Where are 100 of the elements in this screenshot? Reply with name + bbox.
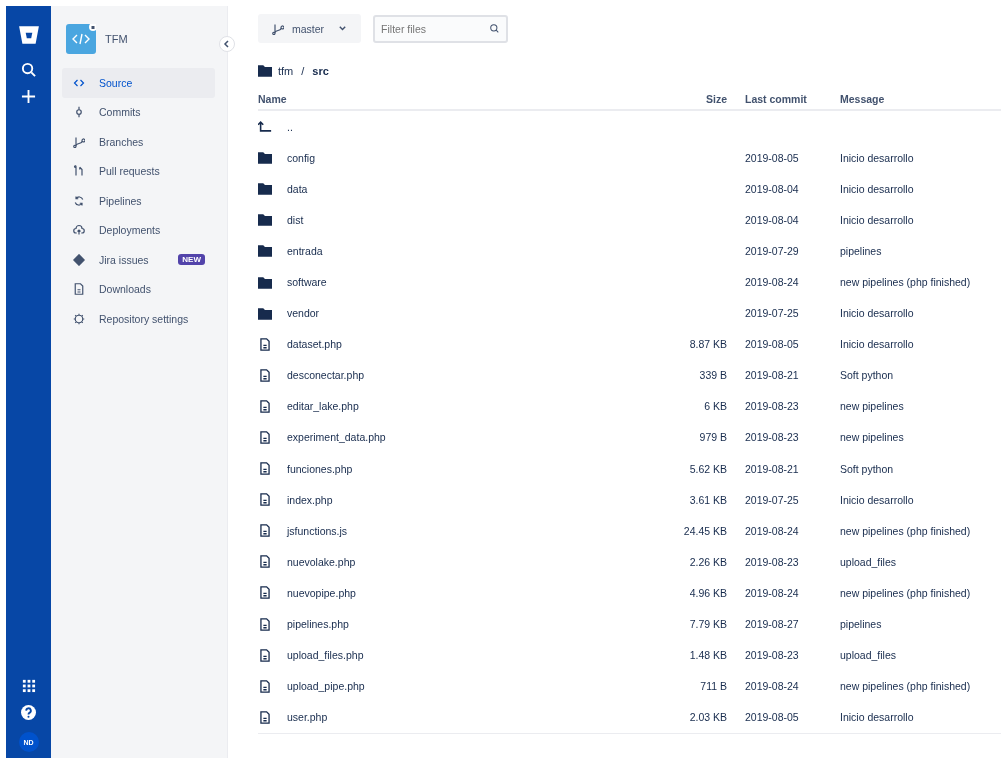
breadcrumb-separator: / [301, 64, 305, 77]
table-cell: 2019-08-23 [745, 400, 799, 413]
breadcrumb-link[interactable]: src [312, 64, 329, 77]
sidebar-item[interactable]: Downloads [62, 274, 215, 304]
commit-message-link[interactable]: pipelines [840, 244, 882, 257]
document-icon [258, 586, 272, 600]
file-link[interactable]: desconectar.php [287, 369, 365, 382]
search-icon [489, 22, 501, 34]
table-cell: 2.26 KB [689, 555, 727, 568]
document-icon [258, 617, 272, 631]
document-icon [258, 524, 272, 538]
document-icon [258, 555, 272, 569]
sidebar-item[interactable]: Branches [62, 127, 215, 157]
folder-icon [258, 151, 272, 165]
branch-icon [73, 135, 85, 148]
commit-message-link[interactable]: new pipelines (php finished) [840, 524, 971, 537]
table-cell: 2019-08-24 [745, 276, 799, 288]
commit-message-link[interactable]: Inicio desarrollo [840, 307, 914, 320]
table-cell: 2.03 KB [689, 711, 727, 724]
column-header: Last commit [745, 89, 840, 110]
table-cell: 2019-08-24 [745, 586, 799, 599]
table-cell: 2019-08-05 [745, 711, 799, 724]
bitbucket-logo[interactable] [17, 24, 40, 46]
file-link[interactable]: .. [287, 120, 293, 133]
table-cell: 7.79 KB [689, 618, 727, 631]
sidebar-item[interactable]: Commits [62, 97, 215, 127]
file-link[interactable]: data [287, 182, 308, 195]
table-cell: 711 B [700, 680, 727, 693]
file-link[interactable]: user.php [287, 711, 328, 724]
table-cell: 2019-08-21 [745, 369, 799, 382]
file-link[interactable]: dataset.php [287, 338, 342, 351]
help-icon[interactable] [21, 705, 36, 720]
commit-message-link[interactable]: Inicio desarrollo [840, 711, 914, 724]
sidebar-item[interactable]: Pull requests [62, 156, 215, 186]
sidebar-item[interactable]: Repository settings [62, 304, 215, 334]
sidebar-item[interactable]: Source [62, 68, 215, 98]
table-cell: 2019-08-27 [745, 618, 799, 631]
repository-avatar-icon [66, 24, 96, 54]
folder-icon [258, 213, 272, 227]
commit-message-link[interactable]: Soft python [840, 462, 894, 475]
commit-message-link[interactable]: Soft python [840, 369, 894, 382]
commit-message-link[interactable]: new pipelines [840, 431, 904, 444]
file-link[interactable]: upload_pipe.php [287, 680, 365, 693]
file-link[interactable]: editar_lake.php [287, 400, 359, 413]
table-cell: 3.61 KB [689, 493, 727, 506]
folder-icon [258, 275, 272, 289]
file-link[interactable]: config [287, 151, 316, 164]
repository-name[interactable]: TFM [105, 33, 128, 45]
table-cell: 2019-08-23 [745, 649, 799, 662]
commit-message-link[interactable]: new pipelines (php finished) [840, 276, 971, 288]
filter-field[interactable]: Filter files [373, 14, 509, 43]
app-grid-icon[interactable] [21, 678, 36, 693]
commit-message-link[interactable]: Inicio desarrollo [840, 182, 914, 195]
file-link[interactable]: nuevolake.php [287, 555, 356, 568]
file-link[interactable]: index.php [287, 493, 333, 506]
breadcrumb-link[interactable]: tfm [278, 64, 294, 77]
commit-message-link[interactable]: upload_files [840, 555, 897, 568]
file-link[interactable]: dist [287, 213, 304, 226]
table-cell: 339 B [699, 369, 727, 382]
sidebar-item[interactable]: Jira issues NEW [62, 245, 215, 275]
commit-message-link[interactable]: Inicio desarrollo [840, 151, 914, 164]
sidebar-item[interactable]: Deployments [62, 215, 215, 245]
table-cell: 2019-08-05 [745, 338, 799, 351]
table-cell: 2019-08-05 [745, 151, 799, 164]
cycle-icon [73, 194, 85, 207]
table-cell: 2019-07-29 [745, 244, 799, 257]
cloud-upload-icon [73, 224, 85, 237]
commit-message-link[interactable]: Inicio desarrollo [840, 213, 914, 226]
commit-message-link[interactable]: new pipelines (php finished) [840, 586, 971, 599]
file-link[interactable]: jsfunctions.js [287, 524, 348, 537]
commit-message-link[interactable]: pipelines [840, 618, 882, 631]
file-link[interactable]: upload_files.php [287, 649, 364, 662]
branch-icon [272, 22, 284, 35]
commit-message-link[interactable]: upload_files [840, 649, 897, 662]
commit-message-link[interactable]: Inicio desarrollo [840, 493, 914, 506]
commit-message-link[interactable]: new pipelines (php finished) [840, 680, 971, 693]
search-icon[interactable] [21, 62, 36, 77]
plus-icon[interactable] [21, 89, 36, 104]
commit-icon [73, 106, 85, 119]
file-link[interactable]: vendor [287, 307, 320, 320]
pull-request-icon [73, 165, 85, 178]
document-icon [258, 337, 272, 351]
document-icon [258, 679, 272, 693]
table-cell: 5.62 KB [689, 462, 727, 475]
sidebar-item[interactable]: Pipelines [62, 186, 215, 216]
collapse-button[interactable] [219, 36, 235, 52]
file-link[interactable]: experiment_data.php [287, 431, 386, 444]
branch-selector[interactable]: master [258, 14, 362, 43]
commit-message-link[interactable]: Inicio desarrollo [840, 338, 914, 351]
table-cell: 24.45 KB [683, 524, 727, 537]
file-link[interactable]: nuevopipe.php [287, 586, 356, 599]
file-link[interactable]: funciones.php [287, 462, 353, 475]
file-link[interactable]: software [287, 276, 327, 288]
table-cell: 979 B [699, 431, 727, 444]
commit-message-link[interactable]: new pipelines [840, 400, 904, 413]
folder-icon [258, 244, 272, 258]
new-badge: NEW [178, 254, 205, 266]
file-link[interactable]: pipelines.php [287, 618, 349, 631]
file-link[interactable]: entrada [287, 244, 323, 257]
chevron-down-icon [338, 24, 348, 33]
